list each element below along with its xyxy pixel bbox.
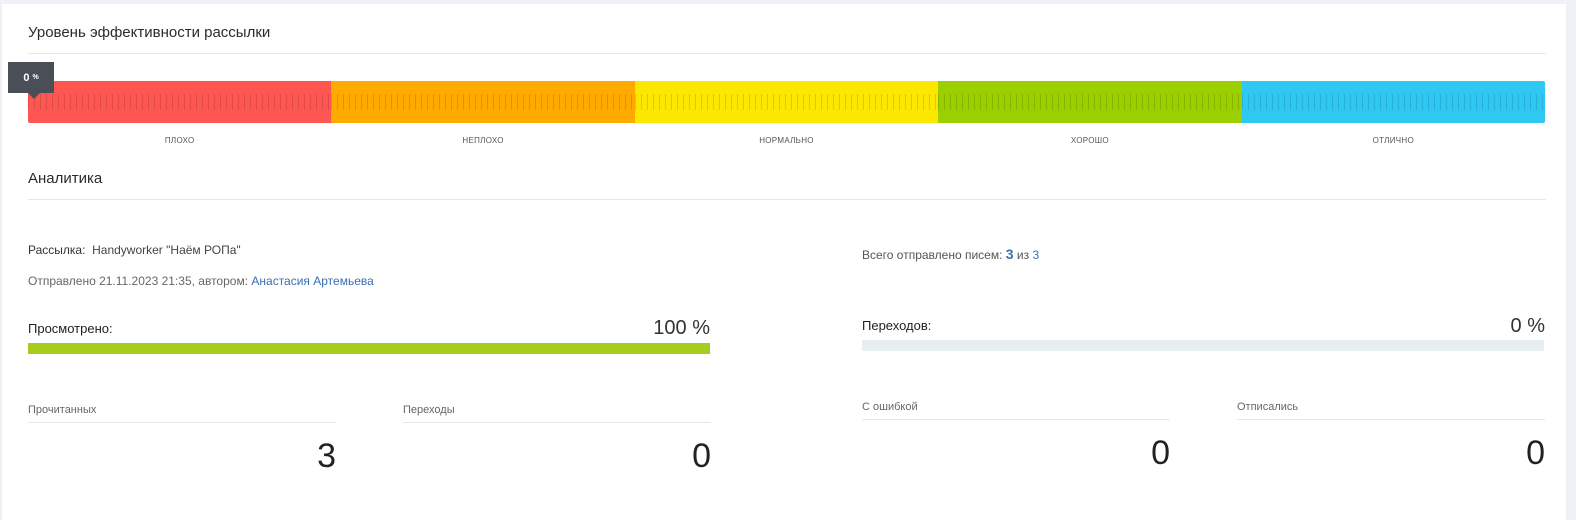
stat-clicks-value: 0 — [692, 437, 711, 475]
stat-unsubscribed-value: 0 — [1526, 434, 1545, 472]
level-label-excellent: ОТЛИЧНО — [1372, 136, 1415, 145]
level-normal — [634, 81, 939, 123]
viewed-progress-fill — [28, 343, 710, 354]
stat-read-label: Прочитанных — [28, 404, 336, 423]
level-good — [938, 81, 1242, 123]
campaign-name: Handyworker "Наём РОПа" — [92, 243, 241, 257]
author-link[interactable]: Анастасия Артемьева — [251, 274, 373, 288]
efficiency-marker: 0 % — [8, 62, 54, 99]
analytics-title: Аналитика — [28, 170, 103, 187]
marker-value: 0 — [23, 71, 30, 84]
stat-unsubscribed-label: Отписались — [1237, 401, 1545, 420]
level-label-not-bad: НЕПЛОХО — [462, 136, 504, 145]
campaign-info: Рассылка: Handyworker "Наём РОПа" — [28, 243, 241, 257]
stat-clicks: Переходы 0 — [403, 404, 711, 476]
clicks-progress-bar — [862, 340, 1544, 351]
stat-errors-value: 0 — [1151, 434, 1170, 472]
clicks-label: Переходов: — [862, 318, 932, 333]
efficiency-title: Уровень эффективности рассылки — [28, 24, 271, 41]
stat-errors-label: С ошибкой — [862, 401, 1170, 420]
left-border — [0, 0, 2, 520]
efficiency-scale-labels: ПЛОХО НЕПЛОХО НОРМАЛЬНО ХОРОШО ОТЛИЧНО — [28, 136, 1545, 145]
total-sent-of: из — [1016, 248, 1030, 262]
stat-clicks-label: Переходы — [403, 404, 711, 423]
stat-errors: С ошибкой 0 — [862, 401, 1170, 473]
right-border — [1566, 0, 1576, 520]
stat-read: Прочитанных 3 — [28, 404, 336, 476]
efficiency-scale — [28, 81, 1545, 123]
total-sent-value: 3 — [1005, 246, 1014, 262]
level-label-bad: ПЛОХО — [164, 136, 195, 145]
campaign-label: Рассылка: — [28, 243, 86, 257]
level-excellent — [1241, 81, 1545, 123]
analytics-divider — [28, 199, 1546, 200]
total-sent-prefix: Всего отправлено писем: — [862, 248, 1003, 262]
stat-unsubscribed: Отписались 0 — [1237, 401, 1545, 473]
viewed-label: Просмотрено: — [28, 321, 113, 336]
marker-unit: % — [32, 74, 39, 81]
level-bad — [28, 81, 332, 123]
clicks-value: 0 % — [1510, 315, 1545, 337]
sent-info: Отправлено 21.11.2023 21:35, автором: Ан… — [28, 274, 374, 288]
efficiency-divider — [28, 53, 1546, 54]
sent-prefix: Отправлено 21.11.2023 21:35, автором: — [28, 274, 249, 288]
total-sent: Всего отправлено писем: 3 из 3 — [862, 246, 1039, 262]
total-count: 3 — [1032, 248, 1040, 262]
viewed-progress-bar — [28, 343, 710, 354]
level-not-bad — [331, 81, 635, 123]
stat-read-value: 3 — [317, 437, 336, 475]
level-label-good: ХОРОШО — [1070, 136, 1109, 145]
level-label-normal: НОРМАЛЬНО — [759, 136, 814, 145]
top-border — [0, 0, 1576, 4]
viewed-value: 100 % — [653, 317, 710, 339]
